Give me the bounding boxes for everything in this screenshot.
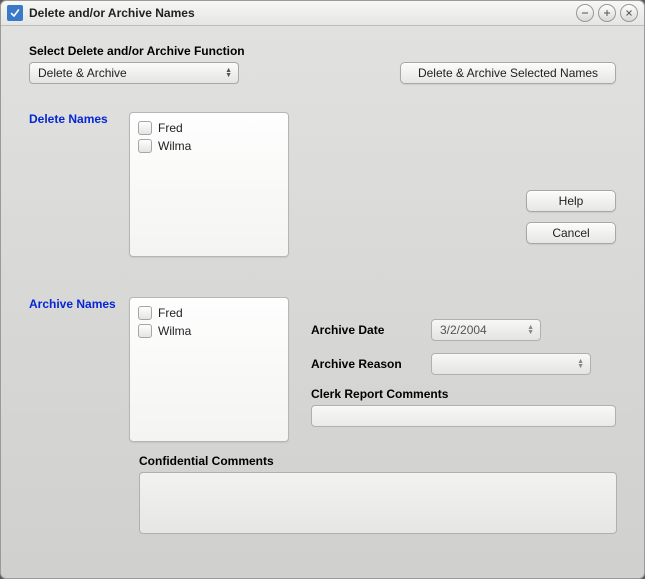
app-icon xyxy=(7,5,23,21)
archive-date-field[interactable]: 3/2/2004 ▲▼ xyxy=(431,319,541,341)
archive-reason-label: Archive Reason xyxy=(311,357,431,371)
confidential-comments-label: Confidential Comments xyxy=(139,454,616,468)
spinner-icon: ▲▼ xyxy=(527,325,534,335)
function-dropdown-value: Delete & Archive xyxy=(38,66,127,80)
checkbox[interactable] xyxy=(138,121,152,135)
checkbox[interactable] xyxy=(138,324,152,338)
window-title: Delete and/or Archive Names xyxy=(29,6,195,20)
list-item-label: Wilma xyxy=(158,139,191,153)
delete-archive-selected-button-label: Delete & Archive Selected Names xyxy=(418,66,598,80)
list-item-label: Wilma xyxy=(158,324,191,338)
checkbox[interactable] xyxy=(138,139,152,153)
list-item[interactable]: Fred xyxy=(138,119,280,137)
clerk-report-comments-label: Clerk Report Comments xyxy=(311,387,616,401)
archive-names-list[interactable]: Fred Wilma xyxy=(129,297,289,442)
function-dropdown[interactable]: Delete & Archive ▲▼ xyxy=(29,62,239,84)
maximize-icon[interactable] xyxy=(598,4,616,22)
title-bar: Delete and/or Archive Names xyxy=(1,1,644,26)
cancel-button-label: Cancel xyxy=(552,226,589,240)
archive-names-heading: Archive Names xyxy=(29,297,125,311)
content-area: Select Delete and/or Archive Function De… xyxy=(1,26,644,579)
close-icon[interactable] xyxy=(620,4,638,22)
checkbox[interactable] xyxy=(138,306,152,320)
list-item-label: Fred xyxy=(158,121,183,135)
delete-names-list[interactable]: Fred Wilma xyxy=(129,112,289,257)
spinner-icon: ▲▼ xyxy=(225,68,232,78)
list-item[interactable]: Wilma xyxy=(138,322,280,340)
minimize-icon[interactable] xyxy=(576,4,594,22)
window-controls xyxy=(576,4,638,22)
cancel-button[interactable]: Cancel xyxy=(526,222,616,244)
delete-archive-window: Delete and/or Archive Names Select Delet… xyxy=(0,0,645,579)
archive-date-label: Archive Date xyxy=(311,323,431,337)
delete-archive-selected-button[interactable]: Delete & Archive Selected Names xyxy=(400,62,616,84)
help-button[interactable]: Help xyxy=(526,190,616,212)
clerk-report-comments-input[interactable] xyxy=(311,405,616,427)
help-button-label: Help xyxy=(559,194,584,208)
archive-reason-dropdown[interactable]: ▲▼ xyxy=(431,353,591,375)
select-function-label: Select Delete and/or Archive Function xyxy=(29,44,616,58)
confidential-comments-input[interactable] xyxy=(139,472,617,534)
list-item-label: Fred xyxy=(158,306,183,320)
archive-date-value: 3/2/2004 xyxy=(440,323,487,337)
list-item[interactable]: Wilma xyxy=(138,137,280,155)
list-item[interactable]: Fred xyxy=(138,304,280,322)
spinner-icon: ▲▼ xyxy=(577,359,584,369)
delete-names-heading: Delete Names xyxy=(29,112,125,126)
